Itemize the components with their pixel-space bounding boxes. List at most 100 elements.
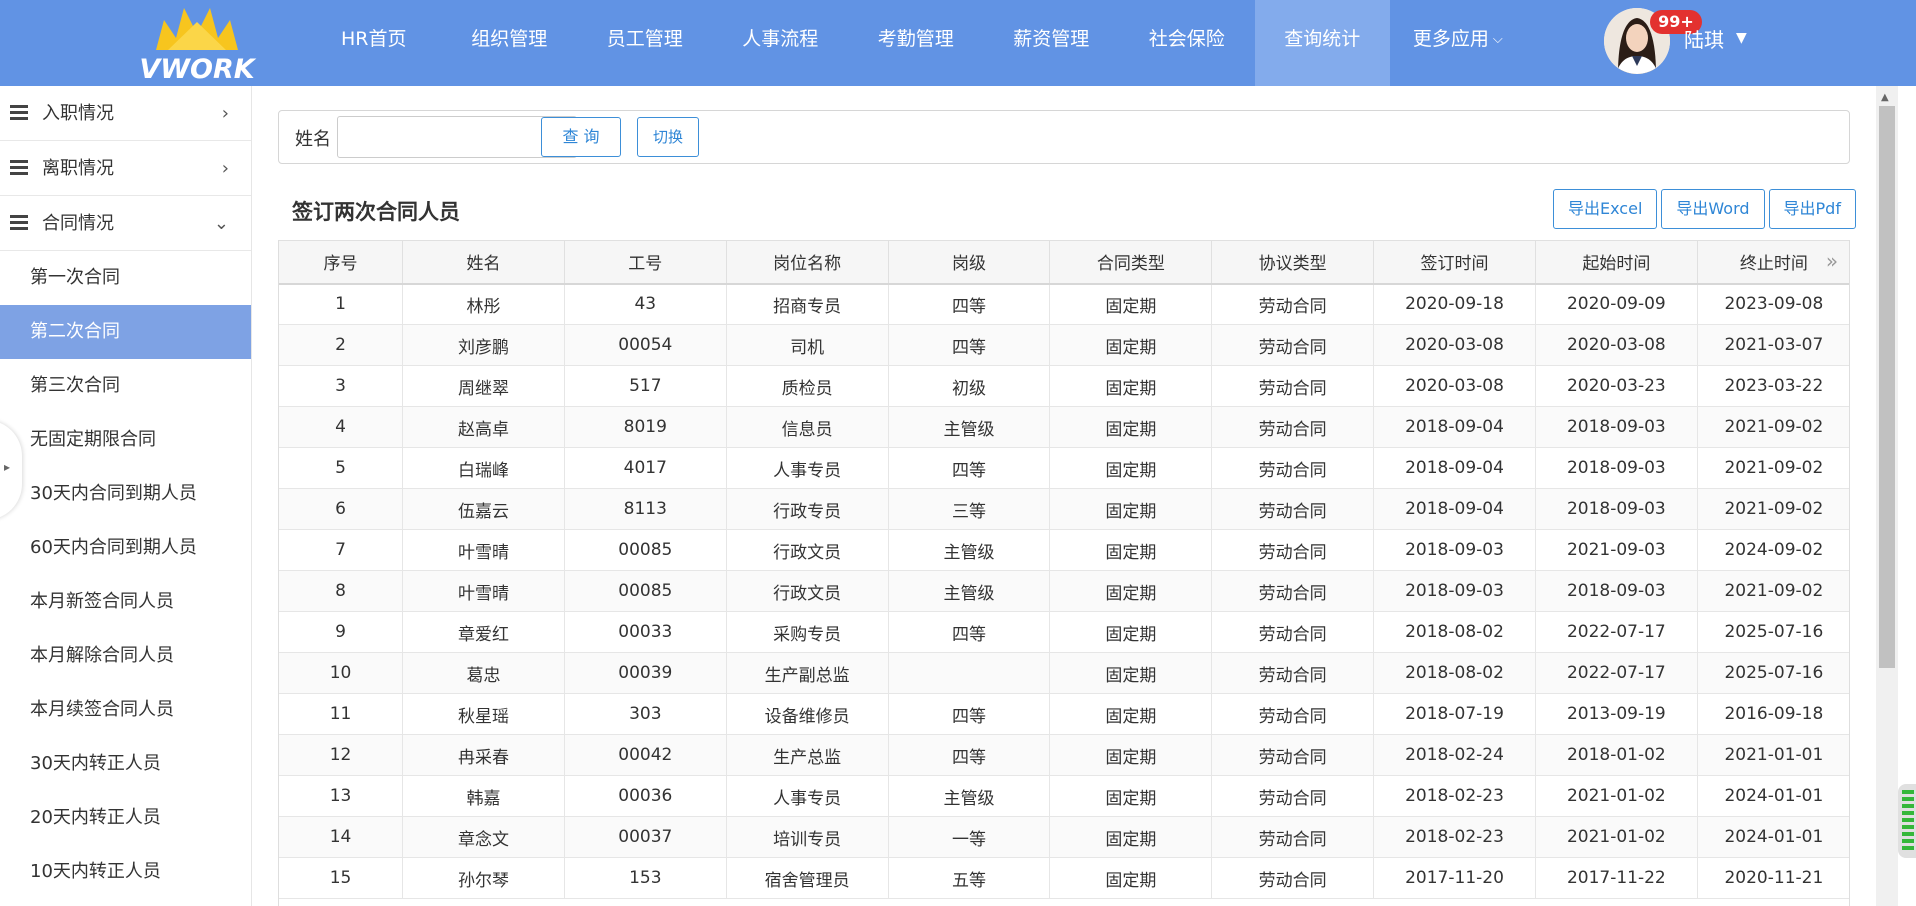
nav-hr-home[interactable]: HR首页	[306, 0, 442, 86]
column-header[interactable]: 工号	[564, 240, 727, 285]
column-header[interactable]: 岗位名称	[726, 240, 889, 285]
sidebar-item-expiring-30-days[interactable]: 30天内合同到期人员	[0, 467, 251, 521]
nav-employee[interactable]: 员工管理	[577, 0, 713, 86]
table-cell: 初级	[888, 365, 1051, 407]
table-cell: 14	[279, 816, 404, 858]
table-row[interactable]: 10 葛忠 00039 生产副总监 固定期 劳动合同 2018-08-02 2022-07-1…	[279, 652, 1849, 694]
table-cell: 2025-07-16	[1697, 652, 1849, 694]
column-header[interactable]: 签订时间	[1373, 240, 1536, 285]
sidebar-group-contract[interactable]: 合同情况 ⌄	[0, 196, 251, 251]
sidebar-group-resignation[interactable]: 离职情况 ›	[0, 141, 251, 196]
sidebar-item-probation-10-days[interactable]: 10天内转正人员	[0, 845, 251, 899]
sidebar-item-new-contracts-month[interactable]: 本月新签合同人员	[0, 575, 251, 629]
contract-table: 序号 姓名 工号 岗位名称 岗级 合同类型 协议类型 签订时间 起始时间 终止时间 1 林彤 43 招商…	[279, 240, 1849, 899]
table-row[interactable]: 12 冉采春 00042 生产总监 四等 固定期 劳动合同 2018-02-24 2018-01…	[279, 734, 1849, 776]
table-cell: 行政文员	[726, 570, 889, 612]
table-row[interactable]: 6 伍嘉云 8113 行政专员 三等 固定期 劳动合同 2018-09-04 2018-09-0…	[279, 488, 1849, 530]
table-cell: 2020-03-08	[1535, 324, 1698, 366]
table-cell: 2022-07-17	[1535, 652, 1698, 694]
sidebar-item-first-contract[interactable]: 第一次合同	[0, 251, 251, 305]
nav-label: 考勤管理	[877, 28, 954, 50]
table-row[interactable]: 14 章念文 00037 培训专员 一等 固定期 劳动合同 2018-02-23 2021-01…	[279, 816, 1849, 858]
table-cell: 2017-11-20	[1373, 857, 1536, 899]
table-row[interactable]: 11 秋星瑶 303 设备维修员 四等 固定期 劳动合同 2018-07-19 2013-09-…	[279, 693, 1849, 735]
table-cell: 00039	[564, 652, 727, 694]
table-cell: 2020-03-08	[1373, 324, 1536, 366]
column-header[interactable]: 姓名	[402, 240, 565, 285]
side-widget-handle[interactable]	[1898, 784, 1916, 858]
vwork-logo[interactable]: VWORK	[138, 2, 256, 85]
table-cell: 8	[279, 570, 404, 612]
nav-label: HR首页	[341, 28, 407, 50]
table-row[interactable]: 13 韩嘉 00036 人事专员 主管级 固定期 劳动合同 2018-02-23 2021-01…	[279, 775, 1849, 817]
user-menu[interactable]: 99+ 陆琪 ▼	[1604, 8, 1854, 78]
username[interactable]: 陆琪	[1684, 24, 1724, 53]
sidebar-item-terminated-month[interactable]: 本月解除合同人员	[0, 629, 251, 683]
toggle-button[interactable]: 切换	[637, 117, 699, 157]
export-excel-button[interactable]: 导出Excel	[1553, 189, 1658, 229]
table-cell: 三等	[888, 488, 1051, 530]
table-row[interactable]: 3 周继翠 517 质检员 初级 固定期 劳动合同 2020-03-08 2020-03-23 2…	[279, 365, 1849, 407]
table-row[interactable]: 15 孙尔琴 153 宿舍管理员 五等 固定期 劳动合同 2017-11-20 2017-11-…	[279, 857, 1849, 899]
nav-label: 薪资管理	[1013, 28, 1090, 50]
table-cell: 劳动合同	[1211, 283, 1375, 325]
table-cell: 劳动合同	[1211, 324, 1375, 366]
table-row[interactable]: 8 叶雪晴 00085 行政文员 主管级 固定期 劳动合同 2018-09-03 2018-09…	[279, 570, 1849, 612]
table-cell: 2018-09-03	[1535, 406, 1698, 448]
export-pdf-button[interactable]: 导出Pdf	[1768, 189, 1856, 229]
scrollbar-thumb[interactable]	[1879, 106, 1895, 668]
table-cell: 00085	[564, 570, 727, 612]
table-cell: 孙尔琴	[402, 857, 565, 899]
table-cell: 固定期	[1049, 570, 1213, 612]
column-header[interactable]: 合同类型	[1049, 240, 1213, 285]
table-cell: 葛忠	[402, 652, 565, 694]
caret-down-icon[interactable]: ▼	[1736, 30, 1747, 46]
sidebar-item-third-contract[interactable]: 第三次合同	[0, 359, 251, 413]
table-cell: 13	[279, 775, 404, 817]
column-header[interactable]: 岗级	[888, 240, 1051, 285]
menu-icon	[10, 102, 28, 123]
sidebar-item-open-ended-contract[interactable]: 无固定期限合同	[0, 413, 251, 467]
sidebar-group-label: 合同情况	[42, 213, 114, 234]
table-cell: 2018-02-23	[1373, 816, 1536, 858]
nav-attendance[interactable]: 考勤管理	[848, 0, 984, 86]
nav-organization[interactable]: 组织管理	[442, 0, 578, 86]
table-cell: 00037	[564, 816, 727, 858]
table-row[interactable]: 2 刘彦鹏 00054 司机 四等 固定期 劳动合同 2020-03-08 2020-03-08…	[279, 324, 1849, 366]
table-cell: 6	[279, 488, 404, 530]
scroll-up-icon[interactable]: ▲	[1881, 92, 1889, 103]
sidebar-item-renewed-month[interactable]: 本月续签合同人员	[0, 683, 251, 737]
table-row[interactable]: 1 林彤 43 招商专员 四等 固定期 劳动合同 2020-09-18 2020-09-09 20…	[279, 283, 1849, 325]
logo-text: VWORK	[139, 54, 255, 85]
table-cell: 2013-09-19	[1535, 693, 1698, 735]
export-word-button[interactable]: 导出Word	[1661, 189, 1765, 229]
sidebar-item-expiring-60-days[interactable]: 60天内合同到期人员	[0, 521, 251, 575]
table-cell: 冉采春	[402, 734, 565, 776]
column-header[interactable]: 协议类型	[1211, 240, 1375, 285]
chevron-down-icon: ⌵	[1492, 31, 1503, 47]
sidebar-item-probation-30-days[interactable]: 30天内转正人员	[0, 737, 251, 791]
table-row[interactable]: 4 赵高卓 8019 信息员 主管级 固定期 劳动合同 2018-09-04 2018-09-0…	[279, 406, 1849, 448]
table-cell: 2025-07-16	[1697, 611, 1849, 653]
column-header[interactable]: 序号	[279, 240, 404, 285]
table-cell: 劳动合同	[1211, 775, 1375, 817]
nav-more-apps[interactable]: 更多应用 ⌵	[1390, 0, 1526, 86]
table-row[interactable]: 7 叶雪晴 00085 行政文员 主管级 固定期 劳动合同 2018-09-03 2021-09…	[279, 529, 1849, 571]
nav-hr-process[interactable]: 人事流程	[713, 0, 849, 86]
more-columns-icon[interactable]: »	[1817, 240, 1847, 283]
sidebar-item-second-contract[interactable]: 第二次合同	[0, 305, 251, 359]
nav-payroll[interactable]: 薪资管理	[984, 0, 1120, 86]
table-row[interactable]: 9 章爱红 00033 采购专员 四等 固定期 劳动合同 2018-08-02 2022-07-…	[279, 611, 1849, 653]
table-cell: 招商专员	[726, 283, 889, 325]
nav-query-statistics[interactable]: 查询统计	[1254, 0, 1390, 86]
page-scrollbar[interactable]: ▲	[1876, 86, 1898, 906]
table-cell: 质检员	[726, 365, 889, 407]
column-header[interactable]: 起始时间	[1535, 240, 1698, 285]
query-button[interactable]: 查 询	[541, 117, 621, 157]
sidebar-item-probation-20-days[interactable]: 20天内转正人员	[0, 791, 251, 845]
page-title: 签订两次合同人员	[292, 200, 460, 224]
sidebar-group-onboarding[interactable]: 入职情况 ›	[0, 86, 251, 141]
table-cell: 5	[279, 447, 404, 489]
nav-social-insurance[interactable]: 社会保险	[1119, 0, 1255, 86]
table-row[interactable]: 5 白瑞峰 4017 人事专员 四等 固定期 劳动合同 2018-09-04 2018-09-0…	[279, 447, 1849, 489]
